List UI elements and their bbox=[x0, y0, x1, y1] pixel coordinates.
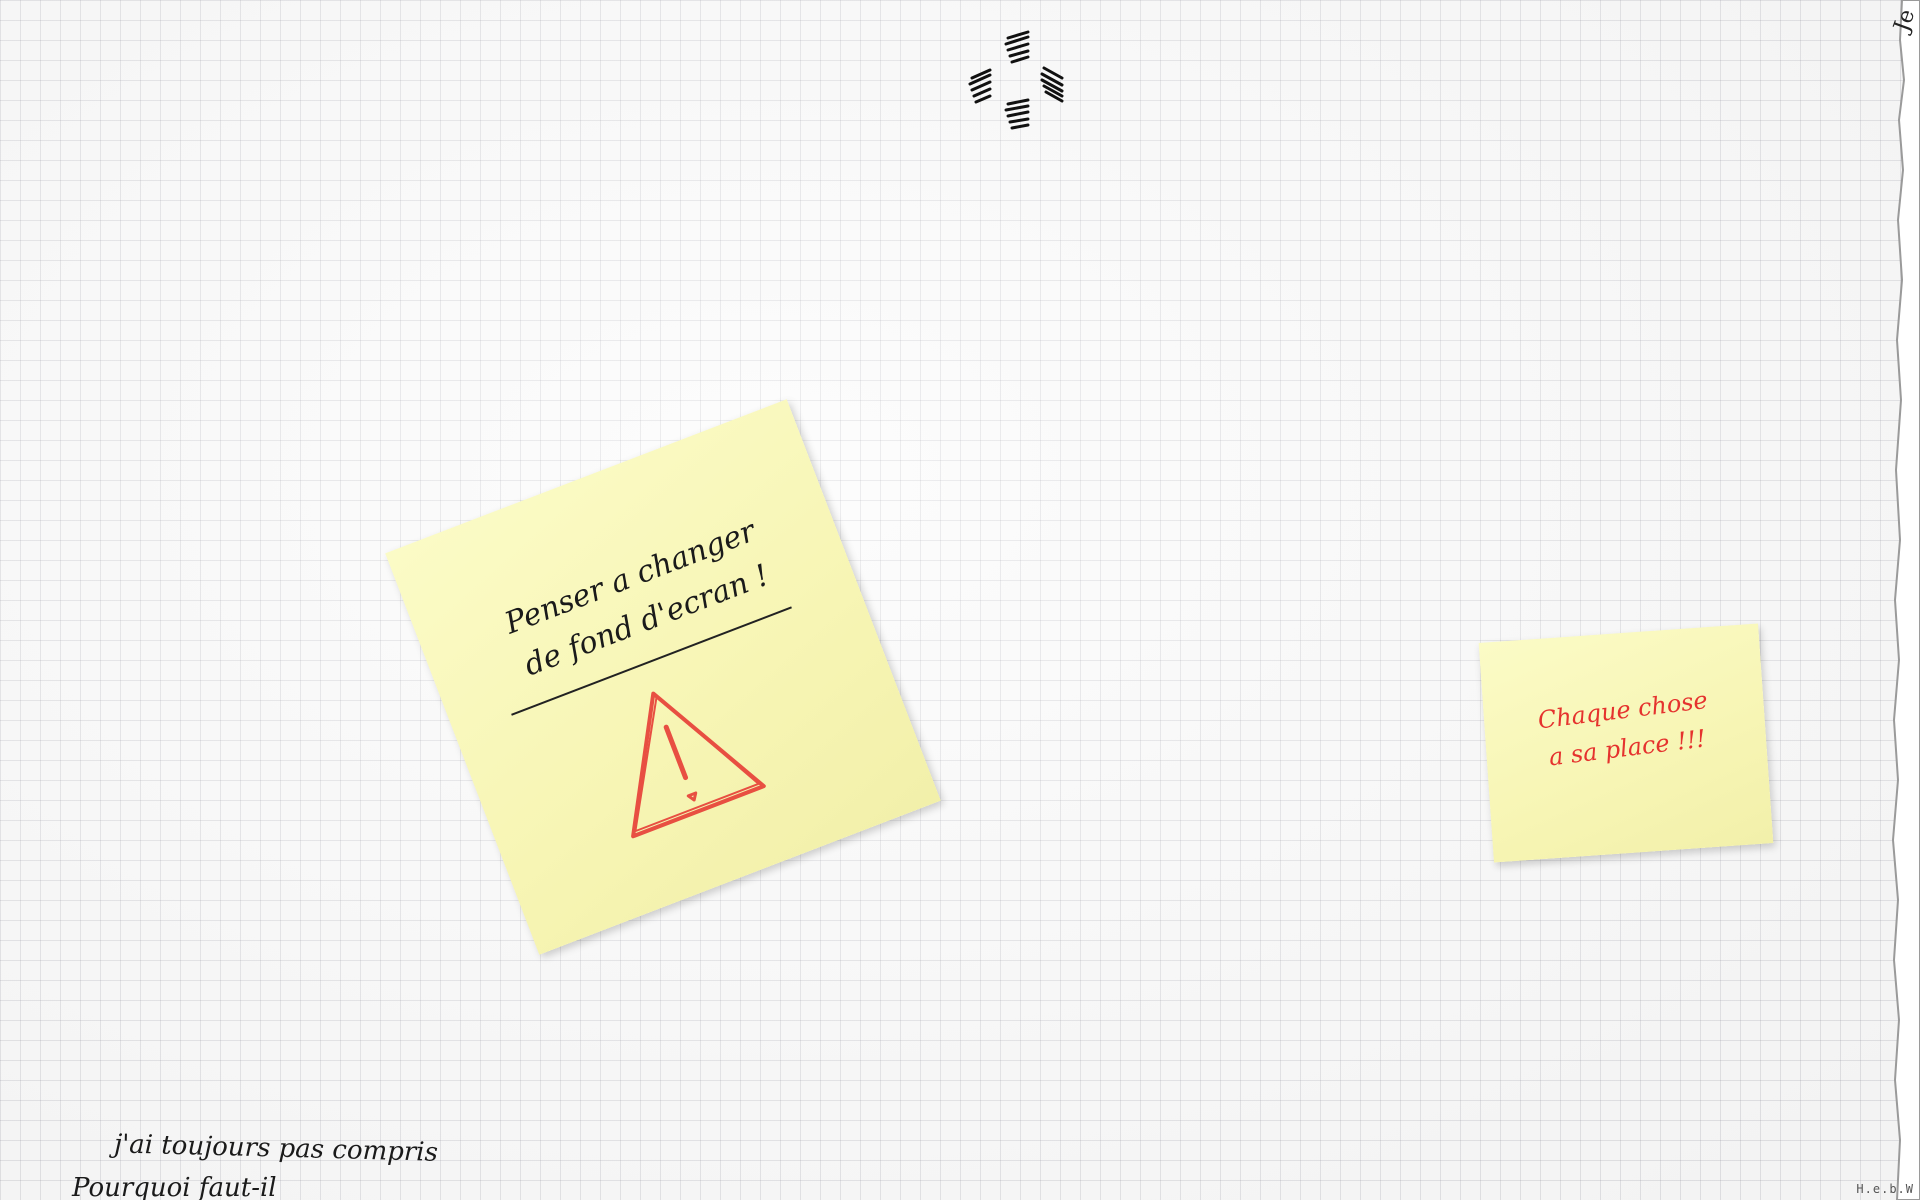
handwritten-note-line-2: Pourquoi faut-il bbox=[72, 1173, 277, 1200]
scribbled-icon-cluster-icon[interactable] bbox=[960, 28, 1080, 138]
postit-note-text: Penser a changer de fond d'ecran ! bbox=[463, 496, 813, 704]
postit-small-text: Chaque chose a sa place !!! bbox=[1501, 677, 1748, 782]
scribble-icon-left[interactable] bbox=[968, 68, 992, 104]
handwritten-note-line-1: j'ai toujours pas compris bbox=[113, 1129, 439, 1168]
torn-paper-edge bbox=[1880, 0, 1920, 1200]
handwritten-note: j'ai toujours pas compris Pourquoi faut-… bbox=[72, 1128, 438, 1200]
postit-note-everything-in-place[interactable]: Chaque chose a sa place !!! bbox=[1478, 623, 1774, 863]
paper-shading bbox=[0, 0, 1920, 1200]
scribble-icon-top[interactable] bbox=[1004, 30, 1030, 64]
scribble-icon-bottom[interactable] bbox=[1004, 98, 1030, 130]
warning-triangle-icon bbox=[574, 654, 777, 851]
artist-signature: H.e.b.W bbox=[1856, 1182, 1914, 1196]
postit-note-wallpaper-reminder[interactable]: Penser a changer de fond d'ecran ! bbox=[385, 399, 941, 955]
scribble-icon-right[interactable] bbox=[1040, 66, 1064, 103]
